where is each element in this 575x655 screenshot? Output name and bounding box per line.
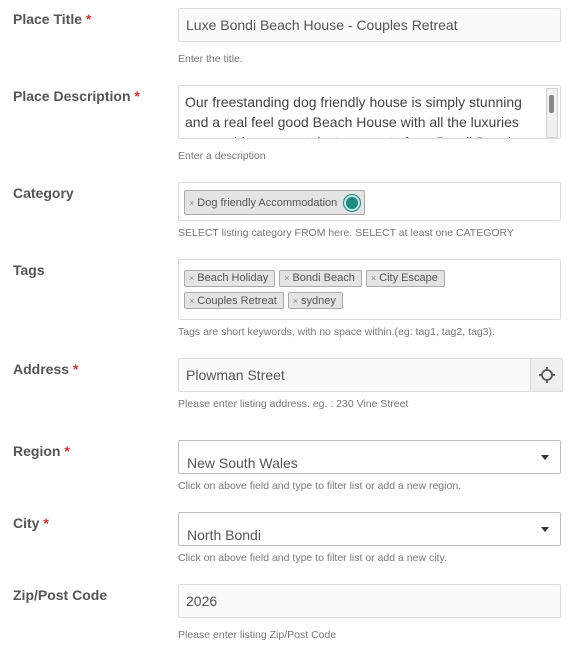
place-title-label-text: Place Title [13, 11, 83, 27]
toggle-dot-icon [344, 194, 361, 211]
region-label-text: Region [13, 443, 61, 459]
tags-help: Tags are short keywords, with no space w… [178, 326, 495, 338]
city-label-text: City [13, 515, 40, 531]
description-scrollbar-thumb[interactable] [549, 95, 554, 113]
zip-label: Zip/Post Code [13, 587, 108, 603]
category-label: Category [13, 185, 74, 201]
required-mark: * [72, 361, 79, 377]
close-icon[interactable]: × [189, 273, 194, 283]
region-value: New South Wales [187, 455, 298, 471]
tag-chip[interactable]: × Beach Holiday [184, 269, 276, 287]
close-icon[interactable]: × [371, 273, 376, 283]
zip-help: Please enter listing Zip/Post Code [178, 629, 337, 641]
city-value: North Bondi [187, 527, 261, 543]
address-input[interactable]: Plowman Street [178, 358, 530, 392]
tag-chip[interactable]: × Bondi Beach [279, 269, 362, 287]
locate-address-button[interactable] [530, 358, 563, 392]
city-label: City * [13, 515, 49, 531]
tags-select[interactable]: × Beach Holiday × Bondi Beach × City Esc… [178, 259, 561, 320]
place-title-value: Luxe Bondi Beach House - Couples Retreat [186, 17, 458, 33]
category-chip-label: Dog friendly Accommodation [197, 196, 338, 209]
zip-input[interactable]: 2026 [178, 584, 561, 618]
close-icon[interactable]: × [284, 273, 289, 283]
caret-down-icon[interactable] [541, 455, 549, 460]
place-title-label: Place Title * [13, 11, 91, 27]
address-value: Plowman Street [186, 367, 285, 383]
tag-chip-label: Beach Holiday [197, 272, 269, 284]
tag-chip-label: City Escape [379, 272, 438, 284]
category-help: SELECT listing category FROM here. SELEC… [178, 227, 514, 239]
caret-down-icon[interactable] [541, 527, 549, 532]
place-title-input[interactable]: Luxe Bondi Beach House - Couples Retreat [178, 8, 561, 42]
tag-chip-label: Bondi Beach [292, 272, 355, 284]
close-icon[interactable]: × [189, 296, 194, 306]
region-help: Click on above field and type to filter … [178, 480, 462, 492]
region-label: Region * [13, 443, 70, 459]
crosshair-icon [539, 367, 555, 383]
place-title-help: Enter the title. [178, 53, 243, 65]
description-scrollbar[interactable] [546, 88, 558, 138]
required-mark: * [134, 88, 140, 104]
place-description-label-text: Place Description [13, 88, 131, 104]
address-label-text: Address [13, 361, 70, 377]
region-select[interactable]: New South Wales [178, 440, 561, 474]
address-help: Please enter listing address. eg. : 230 … [178, 398, 409, 410]
place-description-help: Enter a description [178, 150, 266, 162]
place-description-value: Our freestanding dog friendly house is s… [185, 94, 522, 138]
tag-chip[interactable]: × sydney [287, 292, 343, 309]
tag-chip-label: Couples Retreat [197, 294, 277, 307]
address-label: Address * [13, 361, 78, 377]
place-description-label: Place Description * [13, 88, 140, 104]
close-icon[interactable]: × [189, 198, 194, 208]
required-mark: * [43, 515, 49, 531]
required-mark: * [64, 443, 70, 459]
place-description-textarea[interactable]: Our freestanding dog friendly house is s… [178, 85, 561, 139]
required-mark: * [85, 11, 92, 27]
close-icon[interactable]: × [293, 296, 298, 306]
city-select[interactable]: North Bondi [178, 512, 561, 546]
zip-value: 2026 [186, 593, 218, 609]
tags-label: Tags [13, 262, 45, 278]
tag-chip[interactable]: × Couples Retreat [184, 292, 284, 309]
category-select[interactable]: × Dog friendly Accommodation [178, 182, 561, 221]
city-help: Click on above field and type to filter … [178, 552, 447, 564]
tag-chip[interactable]: × City Escape [365, 269, 445, 287]
category-chip[interactable]: × Dog friendly Accommodation [184, 190, 366, 215]
tag-chip-label: sydney [301, 294, 336, 307]
